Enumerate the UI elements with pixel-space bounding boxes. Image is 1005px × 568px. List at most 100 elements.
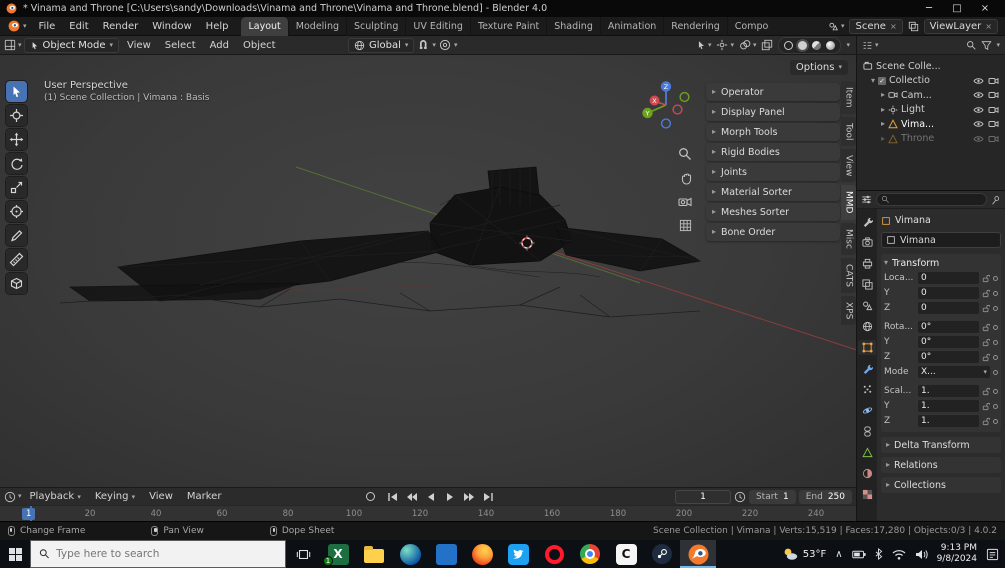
- breadcrumb-object-name[interactable]: Vimana: [895, 215, 931, 226]
- navigation-gizmo[interactable]: Z Y X: [638, 77, 694, 133]
- menu-help[interactable]: Help: [199, 21, 236, 32]
- viewport-menu-object[interactable]: Object: [237, 40, 282, 51]
- taskbar-app-edge[interactable]: [392, 540, 428, 568]
- taskbar-app-excel[interactable]: X1: [320, 540, 356, 568]
- animate-dot[interactable]: [993, 290, 998, 296]
- hidden-icons-chevron[interactable]: ∧: [835, 549, 842, 560]
- workspace-tab-animation[interactable]: Animation: [601, 16, 665, 36]
- workspace-tab-uv-editing[interactable]: UV Editing: [406, 16, 471, 36]
- volume-icon[interactable]: [915, 549, 928, 560]
- taskbar-app-steam[interactable]: [644, 540, 680, 568]
- hide-eye-icon[interactable]: [973, 135, 984, 143]
- location-x-field[interactable]: 0: [918, 272, 979, 284]
- timeline-menu-marker[interactable]: Marker: [181, 491, 228, 502]
- rotation-x-field[interactable]: 0°: [918, 321, 979, 333]
- taskbar-app-blender[interactable]: [680, 540, 716, 568]
- panel-material-sorter[interactable]: ▸ Material Sorter: [706, 183, 840, 201]
- taskbar-search[interactable]: [30, 540, 286, 568]
- transform-panel-header[interactable]: ▾ Transform: [884, 256, 998, 270]
- outliner-row-scene-collection[interactable]: Scene Colle...: [857, 59, 1005, 74]
- tab-world[interactable]: [858, 319, 876, 334]
- expand-arrow-icon[interactable]: ▸: [881, 120, 885, 128]
- sidebar-tab-view[interactable]: View: [841, 148, 856, 183]
- scale-y-field[interactable]: 1.: [918, 400, 979, 412]
- taskbar-app-twitter[interactable]: [500, 540, 536, 568]
- scale-tool[interactable]: [6, 177, 27, 198]
- workspace-tab-texture-paint[interactable]: Texture Paint: [471, 16, 548, 36]
- lock-icon[interactable]: [982, 338, 990, 347]
- animate-dot[interactable]: [993, 403, 998, 409]
- expand-arrow-icon[interactable]: ▾: [871, 76, 875, 85]
- taskbar-app-capcut[interactable]: C: [608, 540, 644, 568]
- workspace-tab-rendering[interactable]: Rendering: [664, 16, 728, 36]
- outliner-editor-type[interactable]: ▾: [862, 40, 879, 51]
- sidebar-tab-item[interactable]: Item: [841, 81, 856, 114]
- outliner-filter-icon[interactable]: [981, 40, 993, 51]
- mode-dropdown[interactable]: Object Mode ▾: [23, 37, 120, 53]
- lock-icon[interactable]: [982, 402, 990, 411]
- scene-selector[interactable]: Scene ×: [849, 18, 903, 34]
- tab-object[interactable]: [858, 340, 876, 355]
- disable-render-camera-icon[interactable]: [988, 106, 999, 114]
- add-cube-tool[interactable]: [6, 273, 27, 294]
- panel-relations[interactable]: ▸ Relations: [881, 457, 1001, 473]
- annotate-tool[interactable]: [6, 225, 27, 246]
- lock-icon[interactable]: [982, 323, 990, 332]
- orthographic-grid-icon[interactable]: [679, 219, 692, 232]
- viewport-menu-add[interactable]: Add: [204, 40, 235, 51]
- rotation-mode-dropdown[interactable]: X... ▾: [918, 366, 990, 378]
- panel-bone-order[interactable]: ▸ Bone Order: [706, 223, 840, 241]
- options-dropdown[interactable]: Options ▾: [789, 60, 848, 75]
- timeline-menu-view[interactable]: View: [143, 491, 179, 502]
- shading-material-button[interactable]: [810, 39, 823, 52]
- bluetooth-icon[interactable]: [875, 548, 883, 560]
- scale-x-field[interactable]: 1.: [918, 385, 979, 397]
- animate-dot[interactable]: [993, 354, 998, 360]
- menu-render[interactable]: Render: [96, 21, 146, 32]
- battery-icon[interactable]: [851, 550, 866, 559]
- menu-window[interactable]: Window: [145, 21, 198, 32]
- disable-render-camera-icon[interactable]: [988, 91, 999, 99]
- animate-dot[interactable]: [993, 275, 998, 281]
- tab-modifiers[interactable]: [858, 361, 876, 376]
- outliner-row-throne[interactable]: ▸ Throne: [857, 132, 1005, 147]
- snap-toggle[interactable]: [417, 39, 429, 51]
- viewport-menu-select[interactable]: Select: [159, 40, 202, 51]
- panel-display-panel[interactable]: ▸ Display Panel: [706, 103, 840, 121]
- workspace-tab-sculpting[interactable]: Sculpting: [347, 16, 407, 36]
- animate-dot[interactable]: [993, 388, 998, 394]
- orientation-dropdown[interactable]: Global ▾: [348, 37, 415, 53]
- hide-eye-icon[interactable]: [973, 91, 984, 99]
- taskbar-clock[interactable]: 9:13 PM 9/8/2024: [937, 543, 977, 565]
- proportional-editing-toggle[interactable]: [439, 39, 451, 51]
- properties-search-field[interactable]: [876, 193, 987, 206]
- timeline-menu-keying[interactable]: Keying ▾: [89, 491, 141, 502]
- tab-material[interactable]: [858, 466, 876, 481]
- lock-icon[interactable]: [982, 304, 990, 313]
- shading-wireframe-button[interactable]: [782, 39, 795, 52]
- tab-physics[interactable]: [858, 403, 876, 418]
- sidebar-tab-misc[interactable]: Misc: [841, 222, 856, 255]
- disable-render-camera-icon[interactable]: [988, 120, 999, 128]
- action-center-icon[interactable]: [986, 548, 999, 561]
- tab-particles[interactable]: [858, 382, 876, 397]
- sidebar-tab-cats[interactable]: CATS: [841, 257, 856, 293]
- view-layer-selector[interactable]: ViewLayer ×: [923, 18, 998, 34]
- taskbar-app-vscode[interactable]: [428, 540, 464, 568]
- animate-dot[interactable]: [993, 305, 998, 311]
- wifi-icon[interactable]: [892, 549, 906, 560]
- chevron-down-icon[interactable]: ▾: [996, 41, 1000, 49]
- panel-meshes-sorter[interactable]: ▸ Meshes Sorter: [706, 203, 840, 221]
- outliner-row-light[interactable]: ▸ Light: [857, 103, 1005, 118]
- lock-icon[interactable]: [982, 417, 990, 426]
- workspace-tab-shading[interactable]: Shading: [547, 16, 601, 36]
- disable-render-camera-icon[interactable]: [988, 135, 999, 143]
- play-reverse-button[interactable]: [424, 490, 438, 504]
- menu-edit[interactable]: Edit: [62, 21, 95, 32]
- timeline-menu-playback[interactable]: Playback ▾: [24, 491, 87, 502]
- select-box-tool[interactable]: [6, 81, 27, 102]
- rotate-tool[interactable]: [6, 153, 27, 174]
- panel-operator[interactable]: ▸ Operator: [706, 83, 840, 101]
- pan-hand-icon[interactable]: [679, 172, 692, 185]
- tab-output[interactable]: [858, 256, 876, 271]
